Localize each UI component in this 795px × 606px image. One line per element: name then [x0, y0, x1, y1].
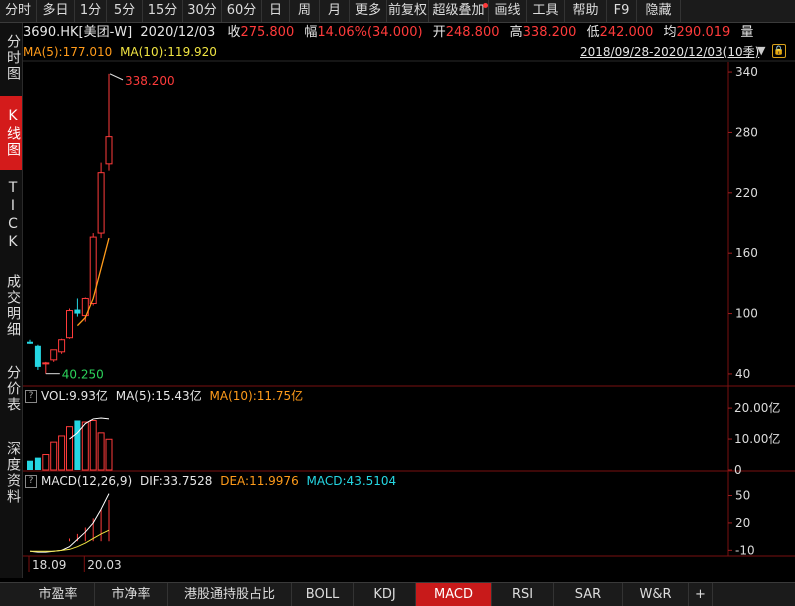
tab-0[interactable]: 市盈率	[22, 583, 95, 606]
candle-body	[66, 310, 73, 339]
x-tick-label: 20.03	[87, 558, 121, 572]
volume-bar	[105, 438, 113, 471]
tab-4[interactable]: KDJ	[354, 583, 416, 606]
volume-bar	[81, 421, 89, 471]
volume-bar	[58, 435, 66, 471]
volume-bar	[42, 454, 50, 471]
low-annotation: 40.250	[62, 368, 104, 382]
volume-bar	[97, 432, 105, 471]
tab-1[interactable]: 市净率	[95, 583, 168, 606]
tab-5[interactable]: MACD	[416, 583, 492, 606]
price-tick-label: 340	[735, 65, 758, 79]
candle-body	[89, 236, 97, 304]
volume-bar	[89, 419, 97, 471]
macd-dif-line	[29, 493, 110, 553]
macd-tick-label: 50	[735, 488, 750, 502]
volume-bar	[50, 441, 58, 471]
volume-bar	[66, 426, 73, 471]
macd-tick-label: 20	[735, 516, 750, 530]
tab-7[interactable]: SAR	[554, 583, 623, 606]
tab-2[interactable]: 港股通持股占比	[168, 583, 292, 606]
volume-tick-label: 10.00亿	[734, 431, 780, 446]
tab-6[interactable]: RSI	[492, 583, 554, 606]
volume-bar	[74, 420, 81, 470]
x-tick-label: 18.09	[32, 558, 66, 572]
indicator-tabs: 市盈率 市净率 港股通持股占比 BOLL KDJ MACD RSI SAR W&R +	[0, 582, 795, 606]
candle-body	[34, 345, 41, 367]
high-pointer	[109, 73, 124, 81]
price-tick-label: 100	[735, 307, 758, 321]
add-tab-icon[interactable]: +	[689, 583, 713, 606]
price-tick-label: 40	[735, 367, 750, 381]
volume-tick-label: 0	[734, 463, 742, 477]
volume-bar	[34, 457, 41, 470]
price-tick-label: 160	[735, 246, 758, 260]
candle-body	[105, 136, 113, 165]
macd-tick-label: -10	[735, 543, 755, 557]
volume-tick-label: 20.00亿	[734, 400, 780, 415]
candle-body	[97, 172, 105, 234]
tab-3[interactable]: BOLL	[292, 583, 354, 606]
candle-body	[27, 341, 33, 344]
candle-body	[74, 309, 81, 314]
tab-8[interactable]: W&R	[623, 583, 689, 606]
kline-chart[interactable]: 40 100 160 220 280 340 338.200 40.250 20.00亿 10.0…	[0, 0, 795, 582]
candle-body	[58, 339, 66, 353]
volume-bar	[27, 460, 33, 470]
candle-body	[50, 349, 58, 361]
price-tick-label: 280	[735, 125, 758, 139]
candle-body	[42, 362, 50, 365]
price-tick-label: 220	[735, 186, 758, 200]
high-annotation: 338.200	[125, 74, 175, 88]
